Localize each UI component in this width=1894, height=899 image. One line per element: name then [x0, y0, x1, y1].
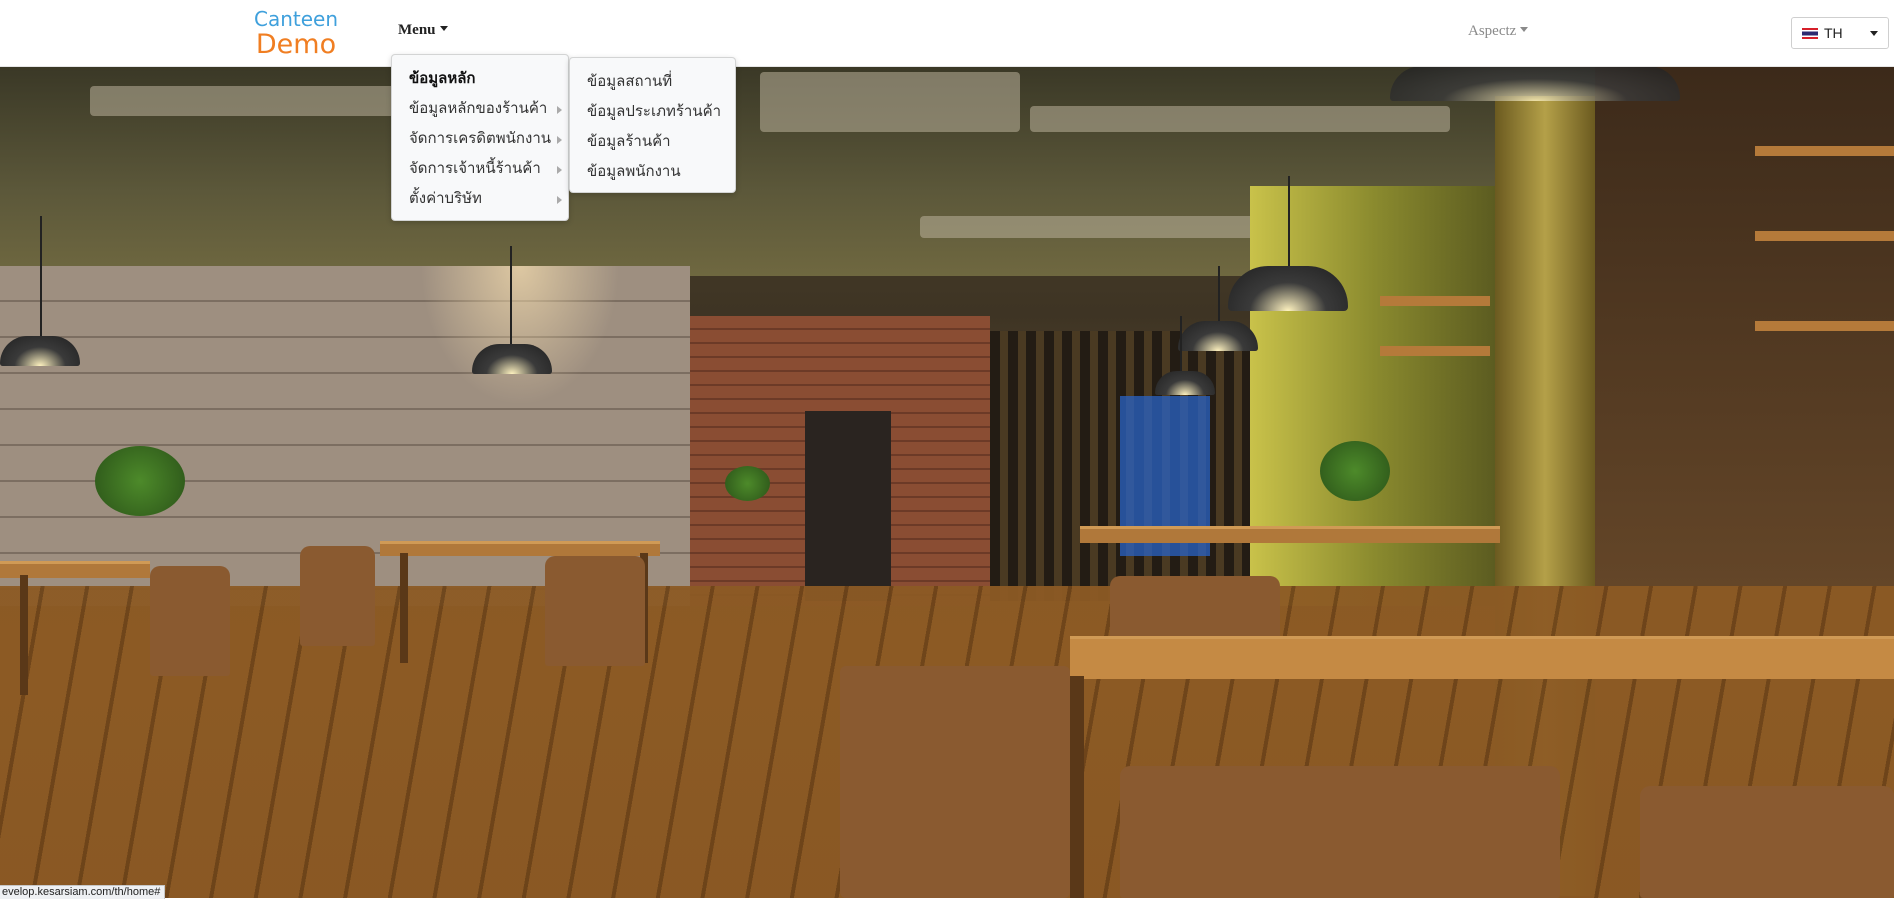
menu-item-company-settings[interactable]: ตั้งค่าบริษัท — [392, 184, 568, 214]
submenu-item-label: ข้อมูลร้านค้า — [587, 134, 671, 150]
menu-item-shop-master-data[interactable]: ข้อมูลหลักของร้านค้า — [392, 94, 568, 124]
user-name: Aspectz — [1468, 23, 1517, 39]
caret-down-icon — [1520, 27, 1529, 32]
language-code: TH — [1824, 25, 1843, 41]
submenu-item-locations[interactable]: ข้อมูลสถานที่ — [570, 67, 735, 97]
status-bar-url: evelop.kesarsiam.com/th/home# — [0, 885, 166, 899]
menu-item-label: จัดการเจ้าหนี้ร้านค้า — [409, 161, 541, 177]
submenu-item-shops[interactable]: ข้อมูลร้านค้า — [570, 127, 735, 157]
top-navbar: Canteen Demo Menu Aspectz TH — [0, 0, 1894, 67]
hero-restaurant-image — [0, 66, 1894, 898]
submenu-item-label: ข้อมูลประเภทร้านค้า — [587, 104, 722, 120]
flag-th-icon — [1802, 28, 1818, 39]
submenu-item-label: ข้อมูลสถานที่ — [587, 74, 673, 90]
menu-item-label: ข้อมูลหลักของร้านค้า — [409, 101, 548, 117]
menu-dropdown-toggle[interactable]: Menu — [398, 22, 448, 39]
submenu-dropdown: ข้อมูลสถานที่ ข้อมูลประเภทร้านค้า ข้อมูล… — [569, 57, 736, 193]
menu-item-master-data[interactable]: ข้อมูลหลัก — [392, 64, 568, 94]
submenu-item-label: ข้อมูลพนักงาน — [587, 164, 681, 180]
menu-item-label: จัดการเครดิตพนักงาน — [409, 131, 552, 147]
submenu-arrow-icon — [557, 166, 562, 174]
caret-down-icon — [439, 26, 448, 31]
menu-item-shop-payables[interactable]: จัดการเจ้าหนี้ร้านค้า — [392, 154, 568, 184]
submenu-arrow-icon — [557, 196, 562, 204]
submenu-arrow-icon — [557, 136, 562, 144]
menu-item-employee-credit[interactable]: จัดการเครดิตพนักงาน — [392, 124, 568, 154]
brand-line-2: Demo — [255, 29, 337, 60]
brand-logo[interactable]: Canteen Demo — [251, 8, 341, 59]
menu-label: Menu — [398, 22, 436, 38]
submenu-arrow-icon — [557, 106, 562, 114]
main-menu-dropdown: ข้อมูลหลัก ข้อมูลหลักของร้านค้า จัดการเค… — [391, 54, 569, 221]
chevron-down-icon — [1870, 31, 1878, 36]
menu-item-label: ข้อมูลหลัก — [409, 71, 476, 87]
brand-line-1: Canteen — [253, 7, 339, 31]
submenu-item-shop-types[interactable]: ข้อมูลประเภทร้านค้า — [570, 97, 735, 127]
language-select[interactable]: TH — [1791, 17, 1889, 49]
menu-item-label: ตั้งค่าบริษัท — [409, 191, 482, 207]
user-dropdown-toggle[interactable]: Aspectz — [1468, 23, 1529, 40]
submenu-item-employees[interactable]: ข้อมูลพนักงาน — [570, 157, 735, 187]
